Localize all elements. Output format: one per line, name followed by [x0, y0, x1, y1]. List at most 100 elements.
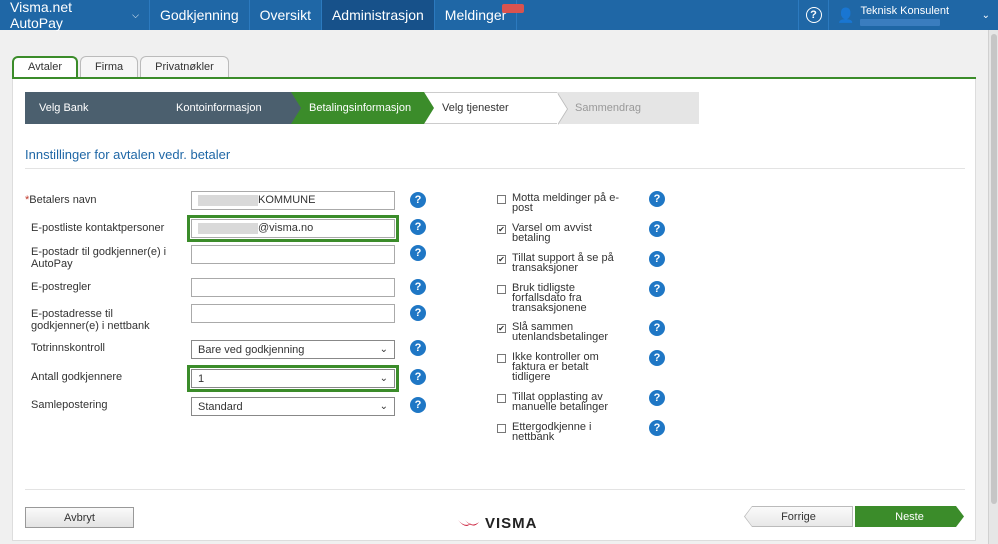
checkbox-box[interactable] — [497, 195, 506, 204]
wizard-step-sammendrag: Sammendrag — [557, 92, 699, 124]
nav-right-area: ? 👤 Teknisk Konsulent ⌄ — [798, 0, 998, 30]
next-button[interactable]: Neste — [855, 506, 964, 527]
email-contacts-label: E-postliste kontaktpersoner — [31, 222, 165, 234]
nav-item-oversikt[interactable]: Oversikt — [250, 0, 322, 30]
checkbox-label: Bruk tidligste forfallsdato fra transaks… — [512, 282, 587, 314]
checkbox-motta-meldinger[interactable]: Motta meldinger på e-post — [497, 193, 627, 214]
nav-label: Meldinger — [444, 7, 507, 23]
chevron-down-icon: ⌄ — [379, 401, 388, 412]
checkbox-box[interactable] — [497, 424, 506, 433]
email-rules-label: E-postregler — [31, 281, 91, 293]
checkbox-label: Ikke kontroller om faktura er betalt tid… — [512, 351, 599, 383]
nav-item-godkjenning[interactable]: Godkjenning — [150, 0, 250, 30]
chevron-down-icon: ⌄ — [981, 9, 990, 21]
help-icon[interactable]: ? — [410, 397, 426, 413]
user-icon: 👤 — [837, 6, 855, 23]
help-icon[interactable]: ? — [649, 390, 665, 406]
wizard-steps: Velg Bank Kontoinformasjon Betalingsinfo… — [25, 92, 699, 124]
help-icon[interactable]: ? — [649, 420, 665, 436]
wizard-step-betalingsinformasjon: Betalingsinformasjon — [291, 92, 434, 124]
chevron-down-icon: ⌄ — [379, 344, 388, 355]
wizard-step-velg-bank[interactable]: Velg Bank — [25, 92, 168, 124]
help-icon[interactable]: ? — [410, 245, 426, 261]
checkbox-box[interactable] — [497, 394, 506, 403]
nav-label: Godkjenning — [160, 7, 239, 23]
app-title: Visma.net AutoPay — [10, 0, 72, 31]
checkbox-box[interactable]: ✔ — [497, 225, 506, 234]
checkbox-box[interactable] — [497, 354, 506, 363]
checkbox-label: Ettergodkjenne i nettbank — [512, 421, 592, 443]
redacted-text — [198, 194, 258, 206]
cancel-button[interactable]: Avbryt — [25, 507, 134, 528]
tab-firma[interactable]: Firma — [80, 56, 139, 78]
checkbox-sla-sammen[interactable]: ✔ Slå sammen utenlandsbetalinger — [497, 321, 627, 343]
help-icon[interactable]: ? — [649, 221, 665, 237]
help-icon[interactable]: ? — [649, 320, 665, 336]
help-button[interactable]: ? — [798, 0, 828, 30]
chevron-down-icon: ⌄ — [379, 373, 388, 384]
nav-item-administrasjon[interactable]: Administrasjon — [321, 0, 435, 30]
help-icon[interactable]: ? — [410, 192, 426, 208]
email-approvers-autopay-label: E-postadr til godkjenner(e) i AutoPay — [31, 246, 167, 270]
email-approvers-netbank-label: E-postadresse til godkjenner(e) i nettba… — [31, 308, 150, 332]
checkbox-box[interactable] — [497, 285, 506, 294]
visma-logo-icon — [458, 519, 479, 526]
wizard-step-velg-tjenester: Velg tjenester — [424, 92, 557, 124]
tab-bar: Avtaler Firma Privatnøkler — [12, 56, 229, 78]
page-scrollbar[interactable] — [988, 30, 998, 544]
help-icon[interactable]: ? — [649, 350, 665, 366]
num-approvers-select[interactable]: 1 ⌄ — [187, 365, 399, 392]
checkbox-box[interactable]: ✔ — [497, 324, 506, 333]
footer-divider — [25, 489, 965, 490]
select-value: 1 — [198, 372, 205, 385]
help-icon[interactable]: ? — [410, 219, 426, 235]
email-contacts-input[interactable]: @visma.no — [187, 215, 399, 242]
select-value: Standard — [198, 400, 243, 413]
help-icon[interactable]: ? — [649, 251, 665, 267]
divider — [25, 168, 965, 169]
input-value: @visma.no — [258, 222, 314, 234]
email-rules-input[interactable] — [191, 278, 395, 297]
checkbox-tillat-support[interactable]: ✔ Tillat support å se på transaksjoner — [497, 252, 627, 274]
help-icon[interactable]: ? — [410, 369, 426, 385]
user-menu[interactable]: 👤 Teknisk Konsulent ⌄ — [828, 0, 998, 30]
user-subtitle-redacted — [860, 18, 941, 26]
checkbox-label: Slå sammen utenlandsbetalinger — [512, 321, 609, 343]
two-step-select[interactable]: Bare ved godkjenning ⌄ — [191, 340, 395, 359]
help-icon[interactable]: ? — [410, 279, 426, 295]
app-brand-menu[interactable]: Visma.net AutoPay ⌵ — [0, 0, 150, 31]
help-icon[interactable]: ? — [649, 191, 665, 207]
visma-logo-text: VISMA — [485, 515, 538, 532]
help-icon[interactable]: ? — [649, 281, 665, 297]
payer-name-label: *Betalers navn — [25, 194, 185, 206]
wizard-step-kontoinformasjon[interactable]: Kontoinformasjon — [158, 92, 301, 124]
checkbox-label: Tillat support å se på transaksjoner — [512, 252, 614, 274]
checkbox-label: Tillat opplasting av manuelle betalinger — [512, 391, 609, 413]
checkbox-ikke-kontroller[interactable]: Ikke kontroller om faktura er betalt tid… — [497, 351, 627, 383]
checkbox-ettergodkjenne[interactable]: Ettergodkjenne i nettbank — [497, 421, 627, 443]
help-icon[interactable]: ? — [410, 340, 426, 356]
checkbox-box[interactable]: ✔ — [497, 255, 506, 264]
checkbox-varsel-avvist[interactable]: ✔ Varsel om avvist betaling — [497, 223, 627, 244]
tab-privatnokler[interactable]: Privatnøkler — [140, 56, 229, 78]
chevron-down-icon: ⌵ — [132, 9, 139, 20]
checkbox-tidligste-forfall[interactable]: Bruk tidligste forfallsdato fra transaks… — [497, 282, 627, 314]
two-step-label: Totrinnskontroll — [31, 342, 105, 354]
scrollbar-thumb[interactable] — [991, 34, 997, 504]
previous-label: Forrige — [745, 507, 852, 526]
nav-label: Administrasjon — [331, 7, 424, 23]
select-value: Bare ved godkjenning — [198, 343, 305, 356]
checkbox-tillat-opplasting[interactable]: Tillat opplasting av manuelle betalinger — [497, 391, 627, 413]
collective-posting-select[interactable]: Standard ⌄ — [191, 397, 395, 416]
input-value: KOMMUNE — [258, 194, 316, 206]
email-approvers-netbank-input[interactable] — [191, 304, 395, 323]
help-icon[interactable]: ? — [410, 305, 426, 321]
user-info: Teknisk Konsulent — [860, 5, 949, 26]
nav-item-meldinger[interactable]: Meldinger — [435, 0, 525, 30]
previous-button[interactable]: Forrige — [744, 506, 853, 527]
tab-avtaler[interactable]: Avtaler — [12, 56, 79, 78]
content-panel: Velg Bank Kontoinformasjon Betalingsinfo… — [12, 79, 976, 541]
email-approvers-autopay-input[interactable] — [191, 245, 395, 264]
payer-name-input[interactable]: KOMMUNE — [191, 191, 395, 210]
collective-posting-label: Samlepostering — [31, 399, 108, 411]
